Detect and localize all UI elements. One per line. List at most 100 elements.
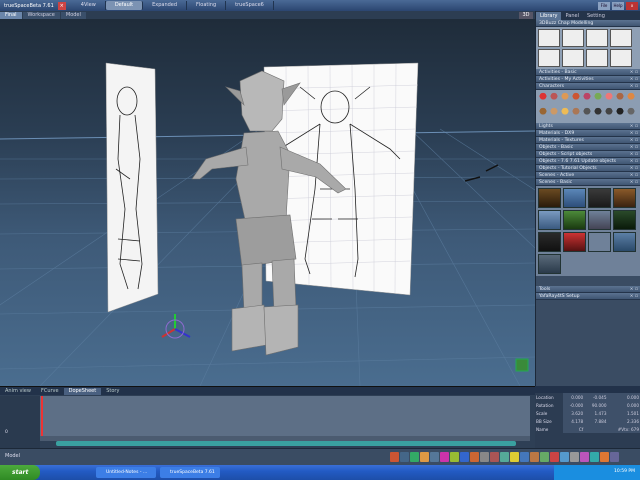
tool-icon[interactable] bbox=[540, 452, 549, 462]
tool-icon[interactable] bbox=[390, 452, 399, 462]
window-close-button[interactable]: x bbox=[626, 1, 638, 10]
tool-icon[interactable] bbox=[440, 452, 449, 462]
timeline-range-bar[interactable] bbox=[56, 441, 516, 446]
section-lights[interactable]: Lights × ▫ bbox=[536, 123, 640, 130]
tool-icon[interactable] bbox=[460, 452, 469, 462]
section-materials-dx9[interactable]: Materials - DX9 × ▫ bbox=[536, 130, 640, 137]
scene-thumbnail[interactable] bbox=[538, 210, 561, 230]
help-button[interactable]: Help bbox=[612, 1, 624, 10]
library-thumbnail[interactable] bbox=[610, 29, 632, 47]
character-icon[interactable] bbox=[538, 92, 548, 106]
scene-thumbnail[interactable] bbox=[613, 232, 636, 252]
tab-setting[interactable]: Setting bbox=[583, 12, 609, 20]
layout-tab-floating[interactable]: Floating bbox=[187, 1, 227, 10]
tool-icon[interactable] bbox=[500, 452, 509, 462]
layout-tab-truespace6[interactable]: trueSpace6 bbox=[226, 1, 274, 10]
section-activities-my[interactable]: Activities - My Activities × ▫ bbox=[536, 76, 640, 83]
character-icon[interactable] bbox=[560, 107, 570, 121]
tab-fcurve[interactable]: FCurve bbox=[36, 388, 64, 395]
tab-anim-view[interactable]: Anim view bbox=[0, 388, 36, 395]
section-activities-basic[interactable]: Activities - Basic × ▫ bbox=[536, 69, 640, 76]
character-icon[interactable] bbox=[571, 107, 581, 121]
section-objects-update[interactable]: Objects - 7.6 7.61 Update objects × ▫ bbox=[536, 158, 640, 165]
tool-icon[interactable] bbox=[590, 452, 599, 462]
timeline-object-list[interactable] bbox=[0, 396, 40, 448]
character-icon[interactable] bbox=[571, 92, 581, 106]
scene-thumbnail[interactable] bbox=[563, 232, 586, 252]
character-icon[interactable] bbox=[593, 92, 603, 106]
layout-tab-default[interactable]: Default bbox=[105, 1, 144, 10]
tool-icon[interactable] bbox=[550, 452, 559, 462]
tool-icon[interactable] bbox=[430, 452, 439, 462]
taskbar-item[interactable]: Untitled-Notes - ... bbox=[96, 467, 156, 478]
scene-thumbnail[interactable] bbox=[613, 210, 636, 230]
character-icon[interactable] bbox=[582, 107, 592, 121]
library-thumbnail[interactable] bbox=[610, 49, 632, 67]
library-thumbnail[interactable] bbox=[538, 49, 560, 67]
file-button[interactable]: File bbox=[598, 1, 610, 10]
section-materials-textures[interactable]: Materials - Textures × ▫ bbox=[536, 137, 640, 144]
tab-panel[interactable]: Panel bbox=[561, 12, 583, 20]
character-icon[interactable] bbox=[549, 107, 559, 121]
character-icon[interactable] bbox=[615, 92, 625, 106]
section-scenes-active[interactable]: Scenes - Active × ▫ bbox=[536, 172, 640, 179]
character-icon[interactable] bbox=[604, 92, 614, 106]
tab-library[interactable]: Library bbox=[536, 11, 562, 20]
section-characters[interactable]: Characters × ▫ bbox=[536, 83, 640, 90]
viewport-mode-badge[interactable]: 3D bbox=[519, 11, 533, 19]
library-thumbnail[interactable] bbox=[538, 29, 560, 47]
character-icon[interactable] bbox=[560, 92, 570, 106]
tab-final[interactable]: Final bbox=[0, 11, 22, 19]
library-thumbnail[interactable] bbox=[586, 49, 608, 67]
layout-tab-4view[interactable]: 4View bbox=[72, 1, 106, 10]
scene-thumbnail[interactable] bbox=[588, 210, 611, 230]
tool-icon[interactable] bbox=[560, 452, 569, 462]
layout-tab-expanded[interactable]: Expanded bbox=[143, 1, 188, 10]
3d-viewport[interactable] bbox=[0, 19, 535, 386]
taskbar-item[interactable]: trueSpaceBeta 7.61 bbox=[160, 467, 220, 478]
library-thumbnail[interactable] bbox=[562, 29, 584, 47]
tool-icon[interactable] bbox=[410, 452, 419, 462]
library-thumbnail[interactable] bbox=[586, 29, 608, 47]
scene-thumbnail[interactable] bbox=[563, 188, 586, 208]
tool-icon[interactable] bbox=[610, 452, 619, 462]
section-tools[interactable]: Tools × ▫ bbox=[536, 286, 640, 293]
scene-thumbnail[interactable] bbox=[538, 232, 561, 252]
timeline-track[interactable] bbox=[40, 396, 530, 436]
section-objects-tutorial[interactable]: Objects - Tutorial Objects × ▫ bbox=[536, 165, 640, 172]
character-icon[interactable] bbox=[538, 107, 548, 121]
scene-thumbnail[interactable] bbox=[538, 188, 561, 208]
section-yafaray[interactable]: YafaRay4tS Setup × ▫ bbox=[536, 293, 640, 300]
tab-model[interactable]: Model bbox=[60, 11, 86, 19]
tool-icon[interactable] bbox=[570, 452, 579, 462]
tool-icon[interactable] bbox=[580, 452, 589, 462]
character-icon[interactable] bbox=[604, 107, 614, 121]
tool-icon[interactable] bbox=[520, 452, 529, 462]
tool-icon[interactable] bbox=[530, 452, 539, 462]
character-icon[interactable] bbox=[582, 92, 592, 106]
section-scenes-basic[interactable]: Scenes - Basic × ▫ bbox=[536, 179, 640, 186]
section-objects-basic[interactable]: Objects - Basic × ▫ bbox=[536, 144, 640, 151]
tab-story[interactable]: Story bbox=[101, 388, 124, 395]
close-icon[interactable]: × bbox=[57, 1, 66, 10]
character-icon[interactable] bbox=[615, 107, 625, 121]
character-icon[interactable] bbox=[549, 92, 559, 106]
scene-thumbnail[interactable] bbox=[588, 232, 611, 252]
tool-icon[interactable] bbox=[420, 452, 429, 462]
start-button[interactable]: start bbox=[0, 465, 40, 480]
timeline-cursor[interactable] bbox=[41, 396, 43, 436]
library-thumbnail[interactable] bbox=[562, 49, 584, 67]
tool-icon[interactable] bbox=[470, 452, 479, 462]
character-icon[interactable] bbox=[626, 107, 636, 121]
tool-icon[interactable] bbox=[400, 452, 409, 462]
scene-thumbnail[interactable] bbox=[563, 210, 586, 230]
tab-dopesheet[interactable]: DopeSheet bbox=[63, 387, 102, 395]
section-objects-script[interactable]: Objects - Script objects × ▫ bbox=[536, 151, 640, 158]
tab-workspace[interactable]: Workspace bbox=[22, 11, 60, 19]
section-3dbuzz[interactable]: 3DBuzz Chap Modelling bbox=[536, 20, 640, 27]
scene-thumbnail[interactable] bbox=[613, 188, 636, 208]
tool-icon[interactable] bbox=[600, 452, 609, 462]
tool-icon[interactable] bbox=[450, 452, 459, 462]
tool-icon[interactable] bbox=[490, 452, 499, 462]
scene-thumbnail[interactable] bbox=[538, 254, 561, 274]
